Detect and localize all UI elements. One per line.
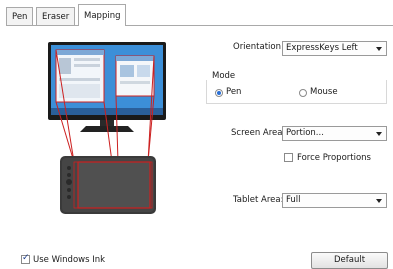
screen-area-label: Screen Area: xyxy=(231,128,286,138)
tab-mapping[interactable]: Mapping xyxy=(78,4,127,26)
force-proportions-label: Force Proportions xyxy=(297,153,371,163)
mode-pen-label: Pen xyxy=(226,87,242,97)
tablet-area-label: Tablet Area: xyxy=(233,195,284,205)
tab-pen[interactable]: Pen xyxy=(6,7,34,25)
tablet-area-value: Full xyxy=(286,195,301,205)
orientation-label: Orientation: xyxy=(233,42,284,52)
tab-divider xyxy=(6,25,393,26)
default-button[interactable]: Default xyxy=(311,252,388,269)
screen-area-dropdown[interactable]: Portion... xyxy=(282,126,387,141)
force-proportions-checkbox[interactable] xyxy=(284,153,293,162)
tablet-area-dropdown[interactable]: Full xyxy=(282,193,387,208)
mode-mouse-label: Mouse xyxy=(310,87,338,97)
use-windows-ink-label: Use Windows Ink xyxy=(33,255,106,265)
chevron-down-icon xyxy=(376,199,382,203)
tablet-icon xyxy=(60,156,156,214)
use-windows-ink-checkbox[interactable] xyxy=(21,253,30,264)
screen-area-value: Portion... xyxy=(286,128,324,138)
orientation-value: ExpressKeys Left xyxy=(286,43,358,53)
mode-mouse-radio[interactable] xyxy=(299,89,307,97)
mode-label: Mode xyxy=(212,71,236,81)
orientation-dropdown[interactable]: ExpressKeys Left xyxy=(282,41,387,56)
mapping-illustration xyxy=(48,42,166,214)
tab-eraser[interactable]: Eraser xyxy=(36,7,76,25)
monitor-icon xyxy=(48,42,166,132)
mode-pen-radio[interactable] xyxy=(215,89,223,97)
chevron-down-icon xyxy=(376,47,382,51)
chevron-down-icon xyxy=(376,132,382,136)
